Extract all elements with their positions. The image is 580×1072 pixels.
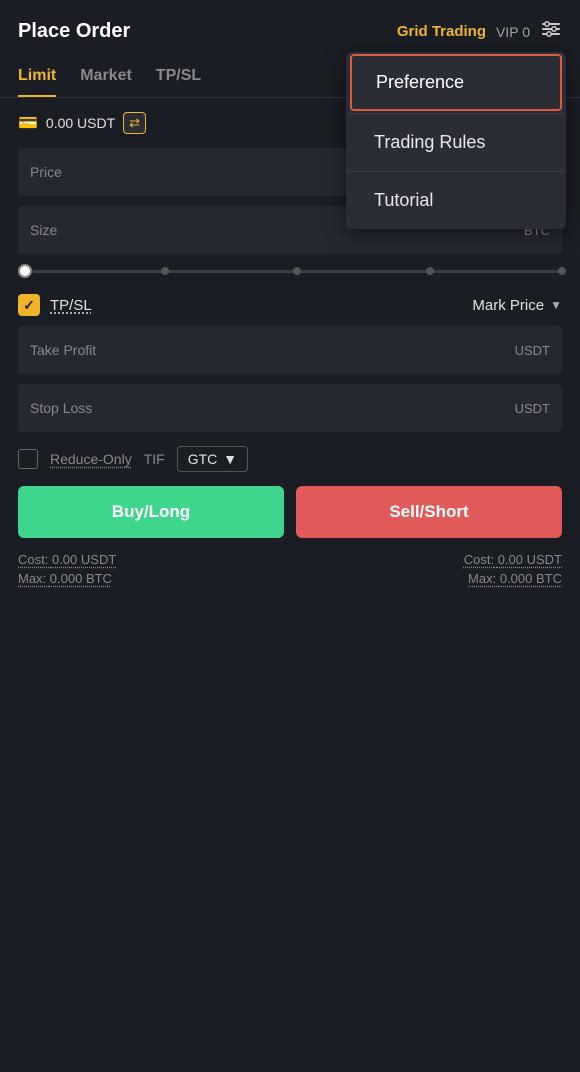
balance-value: 0.00 USDT (46, 115, 115, 131)
header-right: Grid Trading VIP 0 (397, 18, 562, 45)
buy-cost-label-text: Cost: (18, 552, 48, 567)
buy-max-value: 0.000 BTC (50, 571, 112, 586)
tpsl-checkbox[interactable]: ✓ (18, 294, 40, 316)
stop-loss-unit: USDT (515, 401, 550, 416)
slider-tick-75 (426, 267, 434, 275)
sell-cost-label: Cost: 0.00 USDT (464, 552, 562, 567)
buy-max-label: Max: 0.000 BTC (18, 571, 116, 586)
transfer-button[interactable]: ⇄ (123, 112, 146, 134)
slider-tick-25 (161, 267, 169, 275)
cost-row: Cost: 0.00 USDT Max: 0.000 BTC Cost: 0.0… (18, 552, 562, 586)
buy-cost-value: 0.00 USDT (52, 552, 116, 567)
reduce-only-checkbox[interactable] (18, 449, 38, 469)
dropdown-item-preference[interactable]: Preference (350, 54, 562, 111)
tpsl-label: TP/SL (50, 297, 462, 314)
take-profit-label: Take Profit (30, 342, 507, 358)
dropdown-item-tutorial[interactable]: Tutorial (346, 172, 566, 229)
sell-cost-label-text: Cost: (464, 552, 494, 567)
header: Place Order Grid Trading VIP 0 (0, 0, 580, 55)
slider-tick-100 (558, 267, 566, 275)
page-title: Place Order (18, 20, 130, 43)
reduce-only-row: Reduce-Only TIF GTC ▼ (18, 446, 562, 472)
reduce-only-label: Reduce-Only (50, 451, 132, 467)
wallet-icon: 💳 (18, 113, 38, 133)
gtc-select[interactable]: GTC ▼ (177, 446, 248, 472)
tab-tpsl-tab[interactable]: TP/SL (156, 59, 201, 97)
action-buttons: Buy/Long Sell/Short (18, 486, 562, 538)
stop-loss-label: Stop Loss (30, 400, 507, 416)
sell-max-label: Max: 0.000 BTC (464, 571, 562, 586)
dropdown-item-trading-rules[interactable]: Trading Rules (346, 114, 566, 171)
sell-max-value: 0.000 BTC (500, 571, 562, 586)
gtc-chevron-icon: ▼ (223, 451, 237, 467)
settings-icon[interactable] (540, 18, 562, 45)
grid-trading-label[interactable]: Grid Trading (397, 23, 486, 40)
sell-short-button[interactable]: Sell/Short (296, 486, 562, 538)
buy-cost-label: Cost: 0.00 USDT (18, 552, 116, 567)
slider-track[interactable] (32, 270, 562, 273)
buy-max-label-text: Max: (18, 571, 46, 586)
slider-tick-50 (293, 267, 301, 275)
stop-loss-field[interactable]: Stop Loss USDT (18, 384, 562, 432)
chevron-down-icon: ▼ (550, 298, 562, 312)
mark-price-value: Mark Price (472, 297, 544, 314)
gtc-value: GTC (188, 451, 218, 467)
sell-max-label-text: Max: (468, 571, 496, 586)
slider-row (18, 264, 562, 278)
mark-price-select[interactable]: Mark Price ▼ (472, 297, 562, 314)
vip-label: VIP 0 (496, 24, 530, 40)
sell-cost-item: Cost: 0.00 USDT Max: 0.000 BTC (464, 552, 562, 586)
tab-limit[interactable]: Limit (18, 59, 56, 97)
buy-long-button[interactable]: Buy/Long (18, 486, 284, 538)
checkmark-icon: ✓ (23, 297, 35, 314)
buy-cost-item: Cost: 0.00 USDT Max: 0.000 BTC (18, 552, 116, 586)
tpsl-row: ✓ TP/SL Mark Price ▼ (18, 294, 562, 316)
take-profit-field[interactable]: Take Profit USDT (18, 326, 562, 374)
tif-label: TIF (144, 451, 165, 467)
tab-market[interactable]: Market (80, 59, 132, 97)
take-profit-unit: USDT (515, 343, 550, 358)
slider-handle[interactable] (18, 264, 32, 278)
sell-cost-value: 0.00 USDT (498, 552, 562, 567)
dropdown-menu: Preference Trading Rules Tutorial (346, 52, 566, 229)
